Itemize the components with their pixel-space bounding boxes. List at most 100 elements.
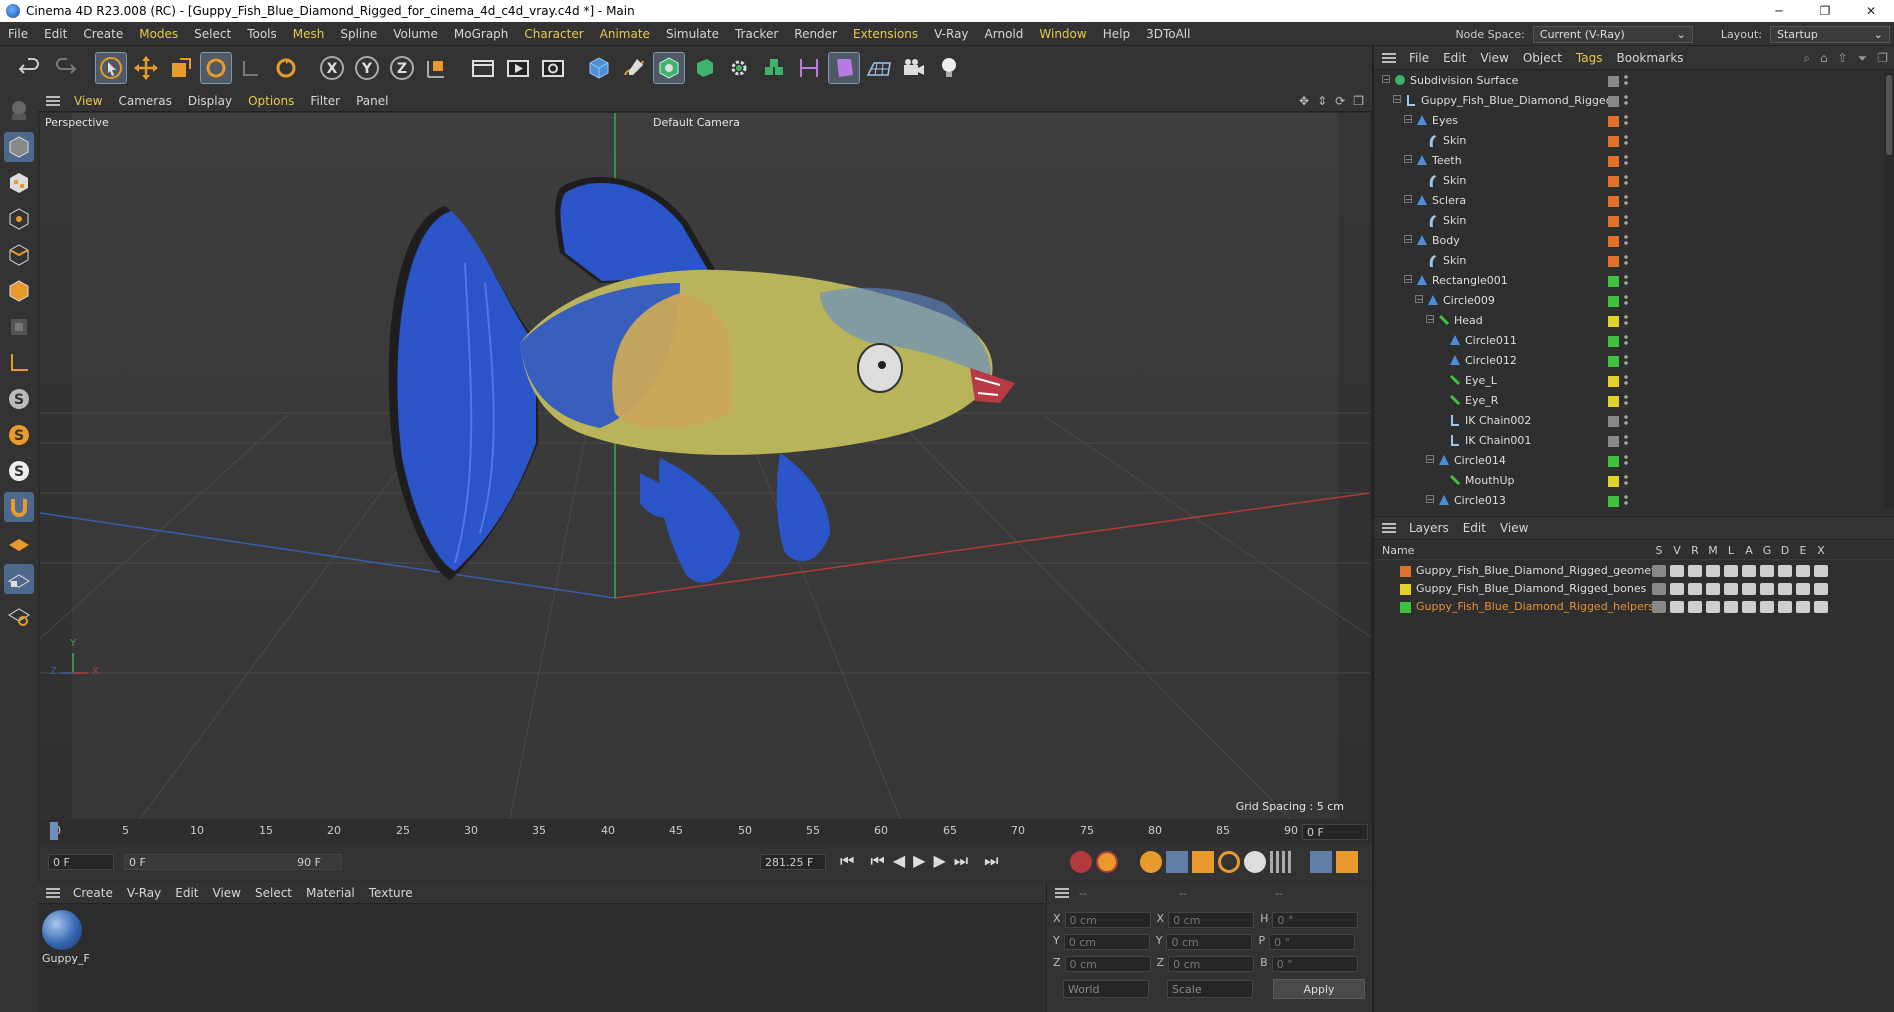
layer-color-swatch[interactable]: [1608, 396, 1619, 407]
subdivision-button[interactable]: [653, 52, 685, 84]
apply-button[interactable]: Apply: [1273, 979, 1365, 999]
object-row[interactable]: − Circle014: [1374, 451, 1884, 471]
redo-button[interactable]: [49, 52, 81, 84]
menu-extensions[interactable]: Extensions: [845, 27, 926, 41]
layout-select[interactable]: Startup ⌄: [1770, 25, 1890, 43]
layer-flag-toggle-icon[interactable]: [1688, 601, 1702, 613]
object-row[interactable]: − Head: [1374, 311, 1884, 331]
object-row[interactable]: Circle012: [1374, 351, 1884, 371]
layer-flag-toggle-icon[interactable]: [1796, 601, 1810, 613]
pan-icon[interactable]: ✥: [1299, 94, 1309, 108]
layer-flag-toggle-icon[interactable]: [1814, 565, 1828, 577]
layer-color-swatch[interactable]: [1608, 476, 1619, 487]
object-menu-tags[interactable]: Tags: [1569, 51, 1610, 65]
render-settings-button[interactable]: [537, 52, 569, 84]
viewport-menu-filter[interactable]: Filter: [302, 94, 348, 108]
minimize-button[interactable]: ─: [1756, 0, 1802, 22]
axis-mode-button[interactable]: [4, 348, 34, 378]
layer-color-swatch[interactable]: [1608, 176, 1619, 187]
layer-color-swatch[interactable]: [1608, 116, 1619, 127]
menu-volume[interactable]: Volume: [385, 27, 446, 41]
next-key-icon[interactable]: ⏭: [954, 851, 968, 871]
visibility-dots-icon[interactable]: [1624, 154, 1628, 166]
layer-color-swatch[interactable]: [1608, 236, 1619, 247]
extrude-button[interactable]: [688, 52, 720, 84]
goto-end-icon[interactable]: ⏭: [984, 851, 998, 871]
texture-mode-button[interactable]: [4, 168, 34, 198]
object-row[interactable]: − Sclera: [1374, 191, 1884, 211]
layer-color-swatch[interactable]: [1608, 316, 1619, 327]
visibility-dots-icon[interactable]: [1624, 274, 1628, 286]
layer-menu-edit[interactable]: Edit: [1456, 521, 1493, 535]
coordinate-system-button[interactable]: [421, 52, 453, 84]
layer-flag-toggle-icon[interactable]: [1724, 583, 1738, 595]
menu-edit[interactable]: Edit: [36, 27, 75, 41]
rotation-b-field[interactable]: 0 °: [1271, 956, 1358, 972]
layer-row[interactable]: Guppy_Fish_Blue_Diamond_Rigged_bones: [1374, 580, 1894, 598]
up-icon[interactable]: ⇧: [1838, 51, 1848, 66]
object-row[interactable]: IK Chain002: [1374, 411, 1884, 431]
layer-flag-toggle-icon[interactable]: [1706, 565, 1720, 577]
object-menu-bookmarks[interactable]: Bookmarks: [1610, 51, 1691, 65]
object-row[interactable]: Skin: [1374, 131, 1884, 151]
rotation-key-icon[interactable]: [1218, 851, 1240, 873]
viewport-menu-options[interactable]: Options: [240, 94, 302, 108]
make-editable-button[interactable]: [4, 96, 34, 126]
visibility-dots-icon[interactable]: [1624, 474, 1628, 486]
layer-flag-toggle-icon[interactable]: [1706, 583, 1720, 595]
viewport-menu-view[interactable]: View: [66, 94, 110, 108]
layer-color-swatch[interactable]: [1608, 456, 1619, 467]
scale-key-icon[interactable]: [1192, 851, 1214, 873]
material-menu-view[interactable]: View: [206, 886, 248, 900]
position-y-field[interactable]: 0 cm: [1063, 934, 1150, 950]
menu-file[interactable]: File: [0, 27, 36, 41]
pla-key-icon[interactable]: [1270, 851, 1292, 873]
autokey-icon[interactable]: [1096, 851, 1118, 873]
object-row[interactable]: − Circle013: [1374, 491, 1884, 508]
layer-flag-toggle-icon[interactable]: [1778, 601, 1792, 613]
layer-color-swatch[interactable]: [1608, 196, 1619, 207]
layer-flag-toggle-icon[interactable]: [1688, 583, 1702, 595]
interpolation-icon[interactable]: [1310, 851, 1332, 873]
menu-tools[interactable]: Tools: [239, 27, 285, 41]
coordinates-menu-icon[interactable]: [1055, 888, 1069, 898]
layer-color-swatch[interactable]: [1608, 436, 1619, 447]
menu-vray[interactable]: V-Ray: [926, 27, 976, 41]
object-menu-edit[interactable]: Edit: [1436, 51, 1473, 65]
layer-color-swatch[interactable]: [1608, 276, 1619, 287]
prev-frame-icon[interactable]: ◀: [893, 851, 905, 871]
material-menu-select[interactable]: Select: [248, 886, 299, 900]
layer-flag-toggle-icon[interactable]: [1742, 565, 1756, 577]
object-row[interactable]: − Teeth: [1374, 151, 1884, 171]
render-view-button[interactable]: [467, 52, 499, 84]
layer-flag-toggle-icon[interactable]: [1742, 601, 1756, 613]
visibility-dots-icon[interactable]: [1624, 354, 1628, 366]
menu-character[interactable]: Character: [516, 27, 591, 41]
expand-toggle-icon[interactable]: −: [1404, 115, 1412, 124]
layer-flag-toggle-icon[interactable]: [1760, 583, 1774, 595]
visibility-dots-icon[interactable]: [1624, 394, 1628, 406]
layer-flag-toggle-icon[interactable]: [1688, 565, 1702, 577]
layer-flag-toggle-icon[interactable]: [1760, 565, 1774, 577]
goto-start-icon[interactable]: ⏮: [840, 851, 854, 871]
parameter-key-icon[interactable]: [1244, 851, 1266, 873]
visibility-dots-icon[interactable]: [1624, 114, 1628, 126]
layer-menu-view[interactable]: View: [1493, 521, 1535, 535]
edges-mode-button[interactable]: [4, 240, 34, 270]
visibility-dots-icon[interactable]: [1624, 234, 1628, 246]
layer-flag-toggle-icon[interactable]: [1652, 565, 1666, 577]
rotation-h-field[interactable]: 0 °: [1272, 912, 1359, 928]
y-axis-button[interactable]: Y: [351, 52, 383, 84]
menu-animate[interactable]: Animate: [592, 27, 658, 41]
layer-row[interactable]: Guppy_Fish_Blue_Diamond_Rigged_geometru: [1374, 562, 1894, 580]
scrollbar-thumb[interactable]: [1886, 75, 1892, 155]
keyframe-selection-icon[interactable]: [1140, 851, 1162, 873]
rotation-p-field[interactable]: 0 °: [1269, 934, 1356, 950]
layer-flag-toggle-icon[interactable]: [1652, 583, 1666, 595]
layer-color-swatch[interactable]: [1608, 136, 1619, 147]
deformer-button[interactable]: [828, 52, 860, 84]
uv-mode-button[interactable]: [4, 312, 34, 342]
viewport-menu-icon[interactable]: [46, 95, 60, 106]
menu-simulate[interactable]: Simulate: [658, 27, 727, 41]
camera-button[interactable]: [898, 52, 930, 84]
